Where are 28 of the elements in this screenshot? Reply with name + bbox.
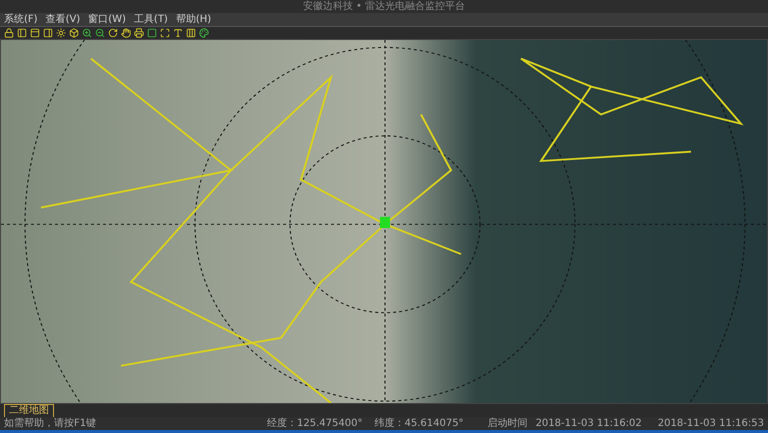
fullscreen-icon[interactable] bbox=[160, 28, 170, 38]
lock-icon[interactable] bbox=[4, 28, 14, 38]
start-time-label: 启动时间 bbox=[488, 418, 528, 428]
zoom-out-icon[interactable] bbox=[95, 28, 105, 38]
longitude-reading: 经度：125.475400° bbox=[267, 418, 362, 428]
cube-icon[interactable] bbox=[69, 28, 79, 38]
menu-item[interactable]: 窗口(W) bbox=[88, 14, 126, 24]
panel-left-icon[interactable] bbox=[17, 28, 27, 38]
menu-item[interactable]: 系统(F) bbox=[4, 14, 38, 24]
menu-item[interactable]: 查看(V) bbox=[46, 14, 80, 24]
columns-icon[interactable] bbox=[186, 28, 196, 38]
palette-icon[interactable] bbox=[199, 28, 209, 38]
hand-icon[interactable] bbox=[121, 28, 131, 38]
latitude-reading: 纬度：45.614075° bbox=[374, 418, 464, 428]
menu-item[interactable]: 工具(T) bbox=[134, 14, 168, 24]
zoom-in-icon[interactable] bbox=[82, 28, 92, 38]
sun-icon[interactable] bbox=[56, 28, 66, 38]
square-icon[interactable] bbox=[147, 28, 157, 38]
printer-icon[interactable] bbox=[134, 28, 144, 38]
panel-top-icon[interactable] bbox=[30, 28, 40, 38]
text-icon[interactable] bbox=[173, 28, 183, 38]
start-time: 2018-11-03 11:16:02 bbox=[536, 418, 642, 428]
menu-item[interactable]: 帮助(H) bbox=[176, 14, 212, 24]
window-title: 安徽边科技 • 雷达光电融合监控平台 bbox=[302, 2, 466, 12]
help-hint: 如需帮助，请按F1键 bbox=[4, 418, 96, 428]
rotate-icon[interactable] bbox=[108, 28, 118, 38]
panel-right-icon[interactable] bbox=[43, 28, 53, 38]
current-time: 2018-11-03 11:16:53 bbox=[658, 418, 764, 428]
